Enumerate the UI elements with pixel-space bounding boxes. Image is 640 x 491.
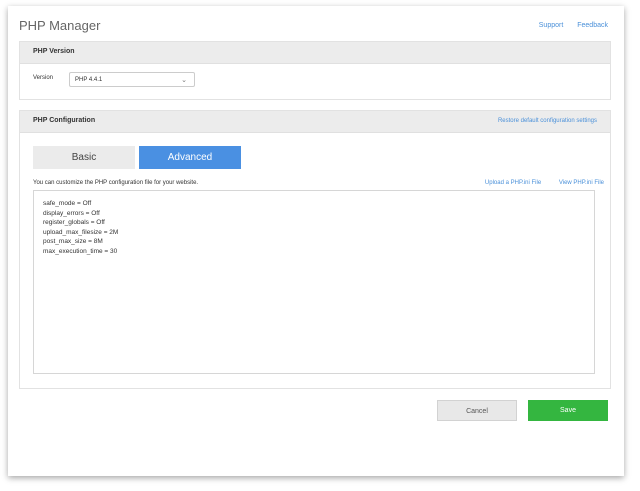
config-line: safe_mode = Off — [43, 200, 92, 207]
config-description: You can customize the PHP configuration … — [33, 180, 199, 186]
version-label: Version — [33, 75, 54, 81]
app-title: PHP Manager — [19, 18, 101, 33]
feedback-link[interactable]: Feedback — [577, 22, 608, 29]
chevron-down-icon: ⌄ — [181, 77, 187, 84]
config-line: upload_max_filesize = 2M — [43, 228, 119, 236]
php-config-editor[interactable]: safe_mode = Off display_errors = Off reg… — [33, 190, 595, 374]
config-line: max_execution_time = 30 — [43, 247, 118, 255]
version-select[interactable]: PHP 4.4.1 ⌄ — [69, 72, 195, 87]
restore-defaults-link[interactable]: Restore default configuration settings — [498, 118, 597, 124]
config-line: post_max_size = 8M — [43, 238, 103, 246]
tab-basic[interactable]: Basic — [33, 146, 135, 169]
tab-advanced[interactable]: Advanced — [139, 146, 241, 169]
save-button[interactable]: Save — [528, 400, 608, 421]
php-version-panel: PHP Version Version PHP 4.4.1 ⌄ — [19, 41, 611, 100]
top-links: Support Feedback — [527, 22, 608, 29]
config-file-links: Upload a PHP.ini File View PHP.ini File — [469, 180, 604, 186]
php-configuration-header: PHP Configuration Restore default config… — [20, 111, 610, 133]
config-line: display_errors = Off — [43, 209, 100, 217]
version-select-value: PHP 4.4.1 — [75, 77, 103, 83]
php-configuration-title: PHP Configuration — [33, 117, 96, 124]
config-line: register_globals = Off — [43, 219, 105, 227]
view-php-ini-link[interactable]: View PHP.ini File — [559, 180, 604, 186]
php-manager-window: PHP Manager Support Feedback PHP Version… — [8, 6, 624, 476]
cancel-button[interactable]: Cancel — [437, 400, 517, 421]
php-version-title: PHP Version — [33, 48, 75, 55]
php-version-header: PHP Version — [20, 42, 610, 64]
upload-php-ini-link[interactable]: Upload a PHP.ini File — [485, 180, 541, 186]
support-link[interactable]: Support — [539, 22, 564, 29]
